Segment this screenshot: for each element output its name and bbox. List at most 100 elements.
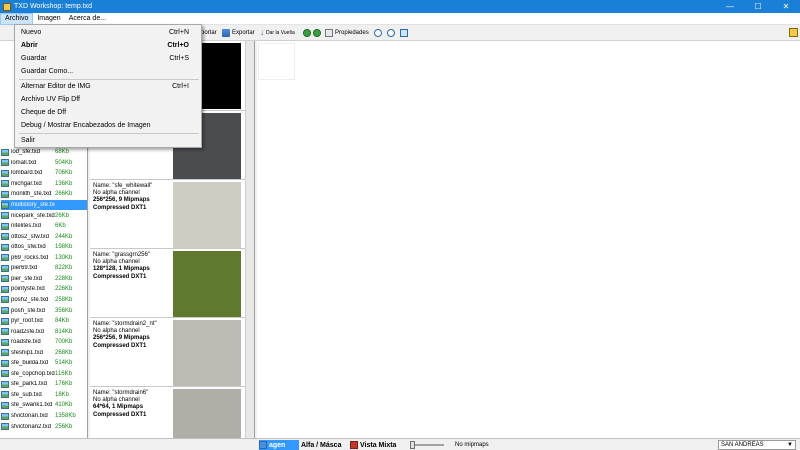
file-list-item[interactable]: lombard.txd 706Kb [1,168,87,179]
txd-file-icon [1,169,9,177]
menu-archivo[interactable]: Archivo [0,12,34,25]
file-name: nicepark_sfe.txd [11,212,55,219]
file-list-item[interactable]: sfe_copchop.txd 116Kb [1,369,87,380]
file-list-item[interactable]: posh2_sfe.txd 258Kb [1,295,87,306]
bottom-bar: agen Alfa / Másca Vista Mixta No mipmaps… [0,438,800,450]
mipmap-slider-thumb[interactable] [410,441,415,449]
file-size: 700Kb [55,339,73,346]
file-list-item[interactable]: lomall.txd 504Kb [1,158,87,169]
menu-option[interactable]: Alternar Editor de IMG Ctrl+I [16,81,201,93]
file-list-item[interactable]: michgar.txd 136Kb [1,179,87,190]
file-list-item[interactable]: p69_rocks.txd 130Kb [1,253,87,264]
file-list-item[interactable]: ottos2_sfw.txd 244Kb [1,231,87,242]
file-list-item[interactable]: lod_sfe.txd 68Kb [1,147,87,158]
file-list-item[interactable]: sfe_swank1.txd 410Kb [1,400,87,411]
file-name: p69_rocks.txd [11,254,49,261]
file-size: 176Kb [55,381,73,388]
mipmap-slider-track[interactable] [414,444,444,446]
texture-scrollbar[interactable] [245,41,254,438]
file-list-item[interactable]: roadsfe.txd 700Kb [1,337,87,348]
file-size: 258Kb [55,296,73,303]
file-list-item[interactable]: monlith_sfe.txd 266Kb [1,189,87,200]
maximize-button[interactable]: ☐ [744,0,772,13]
menu-imagen[interactable]: Imagen [33,13,64,25]
file-list-item[interactable]: multistory_sfe.txd [1,199,87,211]
import-button[interactable]: portar [201,27,217,39]
file-list-item[interactable]: nicepark_sfe.txd 26Kb [1,210,87,221]
menu-option[interactable]: Nuevo Ctrl+N [16,27,201,39]
texture-item[interactable]: Name: "grassgrn256" No alpha channel 128*1… [90,250,254,318]
txd-file-icon [1,338,9,346]
file-name: sfe_copchop.txd [11,370,55,377]
tab-alpha[interactable]: Alfa / Másca [301,440,341,450]
file-list-item[interactable]: sfeship1.txd 268Kb [1,347,87,358]
file-list-item[interactable]: sfe_park1.txd 176Kb [1,379,87,390]
texture-item[interactable]: Name: "stormdrain2_nt" No alpha channel 25… [90,319,254,387]
txd-file-icon [1,201,9,209]
texture-info: Name: "sfe_whitewall" No alpha channel 256… [93,183,152,212]
zoom-in-button[interactable] [374,27,384,39]
close-button[interactable]: ✕ [772,0,800,13]
menu-option[interactable]: Debug / Mostrar Encabezados de Imagen [16,120,201,132]
minimize-button[interactable]: — [716,0,744,13]
file-name: nitelites.txd [11,223,42,230]
file-name: lomall.txd [11,159,37,166]
texture-compression: Compressed DXT1 [93,342,147,349]
file-name: lombard.txd [11,170,43,177]
texture-dimensions: 256*256, 9 Mipmaps [93,335,150,342]
texture-item[interactable]: Name: "sfe_whitewall" No alpha channel 256… [90,181,254,249]
txd-file-icon [1,159,9,167]
menu-option[interactable]: Abrir Ctrl+O [16,40,201,52]
properties-button[interactable]: Propiedades [325,27,369,39]
file-size: 6Kb [55,223,66,230]
mipmap-label: No mipmaps [455,442,489,448]
file-list-item[interactable]: sfe_builda.txd 514Kb [1,358,87,369]
file-size: 130Kb [55,254,73,261]
file-list-item[interactable]: sfvictorian.txd 1358Kb [1,411,87,422]
texture-compression: Compressed DXT1 [93,411,147,418]
menu-option[interactable]: Salir [16,135,201,147]
tab-alpha-label: Alfa / Másca [301,441,342,449]
rotate-right-button[interactable] [313,27,323,39]
tab-image[interactable]: agen [259,440,299,450]
tab-mixed-view[interactable]: Vista Mixta [350,440,396,450]
file-list-item[interactable]: ottos_sfw.txd 198Kb [1,242,87,253]
zoom-out-button[interactable] [387,27,397,39]
file-list-item[interactable]: sfvictorian2.txd 256Kb [1,421,87,432]
rotate-left-button[interactable] [303,27,313,39]
rotate-button[interactable]: ↓ Dar la Vuelta [260,27,295,39]
title-bar[interactable]: TXD Workshop: temp.txd — ☐ ✕ [0,0,800,13]
menu-option[interactable]: Guardar Ctrl+S [16,53,201,65]
txd-file-icon [1,401,9,409]
file-list-item[interactable]: pier69.txd 822Kb [1,263,87,274]
file-list-item[interactable]: pyr_roof.txd 84Kb [1,316,87,327]
file-list-item[interactable]: road2sfe.txd 814Kb [1,326,87,337]
file-list-item[interactable]: nitelites.txd 6Kb [1,221,87,232]
menu-acerca[interactable]: Acerca de... [65,13,110,25]
rotate-right-icon [313,29,321,37]
rotate-label: Dar la Vuelta [266,30,295,36]
window-title: TXD Workshop: temp.txd [14,3,93,10]
texture-thumbnail [173,320,241,386]
file-size: 244Kb [55,233,73,240]
tab-image-label: agen [269,441,286,449]
folder-icon[interactable] [789,28,798,37]
file-list-item[interactable]: pointysfe.txd 226Kb [1,284,87,295]
file-list-item[interactable]: sfe_sub.txd 18Kb [1,390,87,401]
fit-view-button[interactable] [400,27,410,39]
menu-option[interactable]: Guardar Como... [16,66,201,78]
texture-preview [258,43,295,80]
file-list-item[interactable]: posh_sfe.txd 356Kb [1,305,87,316]
menu-option-label: Alternar Editor de IMG [21,83,91,90]
game-select[interactable]: SAN ANDREAS ▼ [718,440,796,450]
file-name: ottos2_sfw.txd [11,233,50,240]
menu-option[interactable]: Cheque de Dff [16,107,201,119]
export-button[interactable]: Exportar [222,27,255,39]
file-list-item[interactable]: pier_sfe.txd 228Kb [1,274,87,285]
export-label: Exportar [232,30,255,36]
zoom-out-icon [387,29,395,37]
file-name: sfvictorian2.txd [11,423,52,430]
texture-item[interactable]: Name: "stormdrain6" No alpha channel 64*64… [90,388,254,438]
texture-viewer[interactable] [257,41,800,438]
menu-option[interactable]: Archivo UV Flip Dff [16,94,201,106]
